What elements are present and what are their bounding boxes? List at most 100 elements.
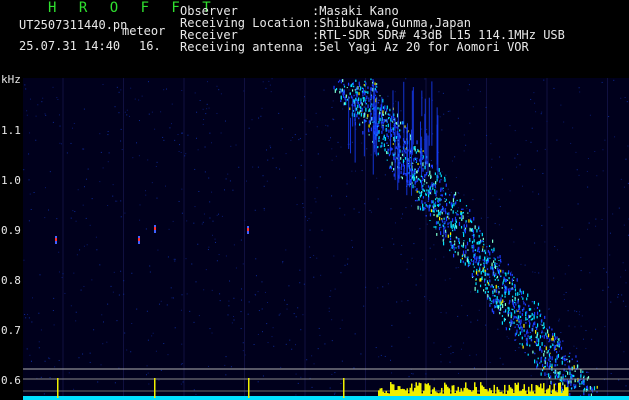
- signal-dot: [443, 198, 446, 200]
- noise-dot: [602, 149, 604, 151]
- noise-dot: [285, 153, 287, 155]
- signal-dot: [444, 200, 446, 203]
- signal-dot: [425, 204, 427, 207]
- noise-dot: [52, 86, 54, 88]
- signal-dot: [384, 118, 386, 121]
- signal-dot: [492, 250, 494, 253]
- signal-dot: [428, 205, 430, 209]
- noise-dot: [297, 307, 299, 309]
- signal-dot: [516, 278, 518, 282]
- noise-dot: [155, 350, 157, 352]
- signal-streak: [381, 97, 383, 129]
- signal-dot: [365, 99, 367, 101]
- signal-dot: [491, 248, 493, 251]
- noise-dot: [120, 270, 122, 272]
- signal-dot: [339, 90, 341, 94]
- signal-dot: [356, 93, 358, 98]
- signal-dot: [418, 198, 420, 201]
- signal-dot: [363, 97, 365, 101]
- noise-dot: [349, 143, 351, 145]
- signal-dot: [377, 152, 379, 156]
- signal-dot: [513, 321, 515, 325]
- noise-dot: [166, 304, 168, 306]
- noise-dot: [233, 316, 235, 318]
- noise-dot: [472, 106, 474, 108]
- signal-dot: [516, 309, 518, 313]
- signal-dot: [508, 291, 510, 295]
- signal-dot: [392, 127, 394, 131]
- noise-dot: [123, 280, 125, 282]
- noise-dot: [393, 243, 395, 245]
- signal-dot: [421, 191, 423, 193]
- signal-dot: [444, 192, 447, 195]
- noise-dot: [604, 139, 606, 141]
- signal-dot: [458, 221, 461, 226]
- noise-dot: [485, 324, 487, 326]
- noise-dot: [146, 374, 148, 376]
- signal-dot: [453, 253, 455, 258]
- signal-dot: [393, 167, 395, 171]
- noise-dot: [450, 353, 452, 355]
- signal-dot: [429, 213, 432, 217]
- signal-dot: [577, 381, 579, 383]
- noise-dot: [410, 205, 412, 207]
- signal-dot: [445, 198, 447, 201]
- signal-dot: [436, 209, 438, 212]
- noise-dot: [254, 209, 256, 211]
- noise-dot: [211, 289, 213, 291]
- noise-dot: [305, 133, 307, 135]
- noise-dot: [576, 311, 578, 313]
- signal-dot: [491, 308, 493, 313]
- signal-dot: [446, 202, 448, 207]
- noise-dot: [407, 300, 409, 302]
- signal-dot: [557, 342, 559, 346]
- signal-dot: [368, 134, 370, 136]
- signal-dot: [454, 229, 456, 232]
- noise-dot: [174, 139, 176, 141]
- signal-dot: [418, 150, 420, 153]
- signal-dot: [509, 287, 511, 291]
- signal-dot: [462, 260, 464, 263]
- signal-dot: [455, 212, 457, 214]
- signal-dot: [476, 241, 479, 245]
- signal-dot: [555, 359, 557, 364]
- signal-dot: [520, 319, 522, 323]
- noise-dot: [61, 277, 63, 279]
- signal-streak: [397, 101, 399, 125]
- noise-dot: [193, 389, 195, 391]
- signal-dot: [492, 294, 494, 297]
- noise-dot: [49, 377, 51, 379]
- noise-dot: [353, 367, 355, 369]
- noise-dot: [581, 315, 583, 317]
- signal-dot: [349, 107, 351, 111]
- signal-dot: [416, 175, 418, 179]
- noise-dot: [273, 345, 275, 347]
- signal-dot: [503, 301, 505, 303]
- signal-dot: [514, 296, 516, 300]
- noise-dot: [612, 213, 614, 215]
- signal-streak: [370, 91, 372, 123]
- signal-dot: [377, 130, 379, 135]
- signal-dot: [436, 233, 438, 236]
- noise-dot: [475, 292, 477, 294]
- signal-dot: [449, 194, 451, 196]
- signal-dot: [421, 179, 423, 181]
- signal-dot: [430, 164, 433, 168]
- noise-dot: [444, 279, 446, 281]
- noise-dot: [443, 113, 445, 115]
- noise-dot: [394, 222, 396, 224]
- signal-dot: [385, 111, 387, 115]
- signal-dot: [578, 385, 581, 387]
- noise-dot: [75, 220, 77, 222]
- signal-dot: [340, 95, 342, 100]
- noise-dot: [227, 173, 229, 175]
- noise-dot: [457, 192, 459, 194]
- baseline-trace: [23, 396, 629, 400]
- signal-dot: [497, 305, 499, 310]
- noise-dot: [255, 258, 257, 260]
- noise-dot: [606, 271, 608, 273]
- noise-dot: [130, 351, 132, 353]
- noise-dot: [266, 323, 268, 325]
- noise-dot: [108, 152, 110, 154]
- signal-dot: [462, 208, 464, 210]
